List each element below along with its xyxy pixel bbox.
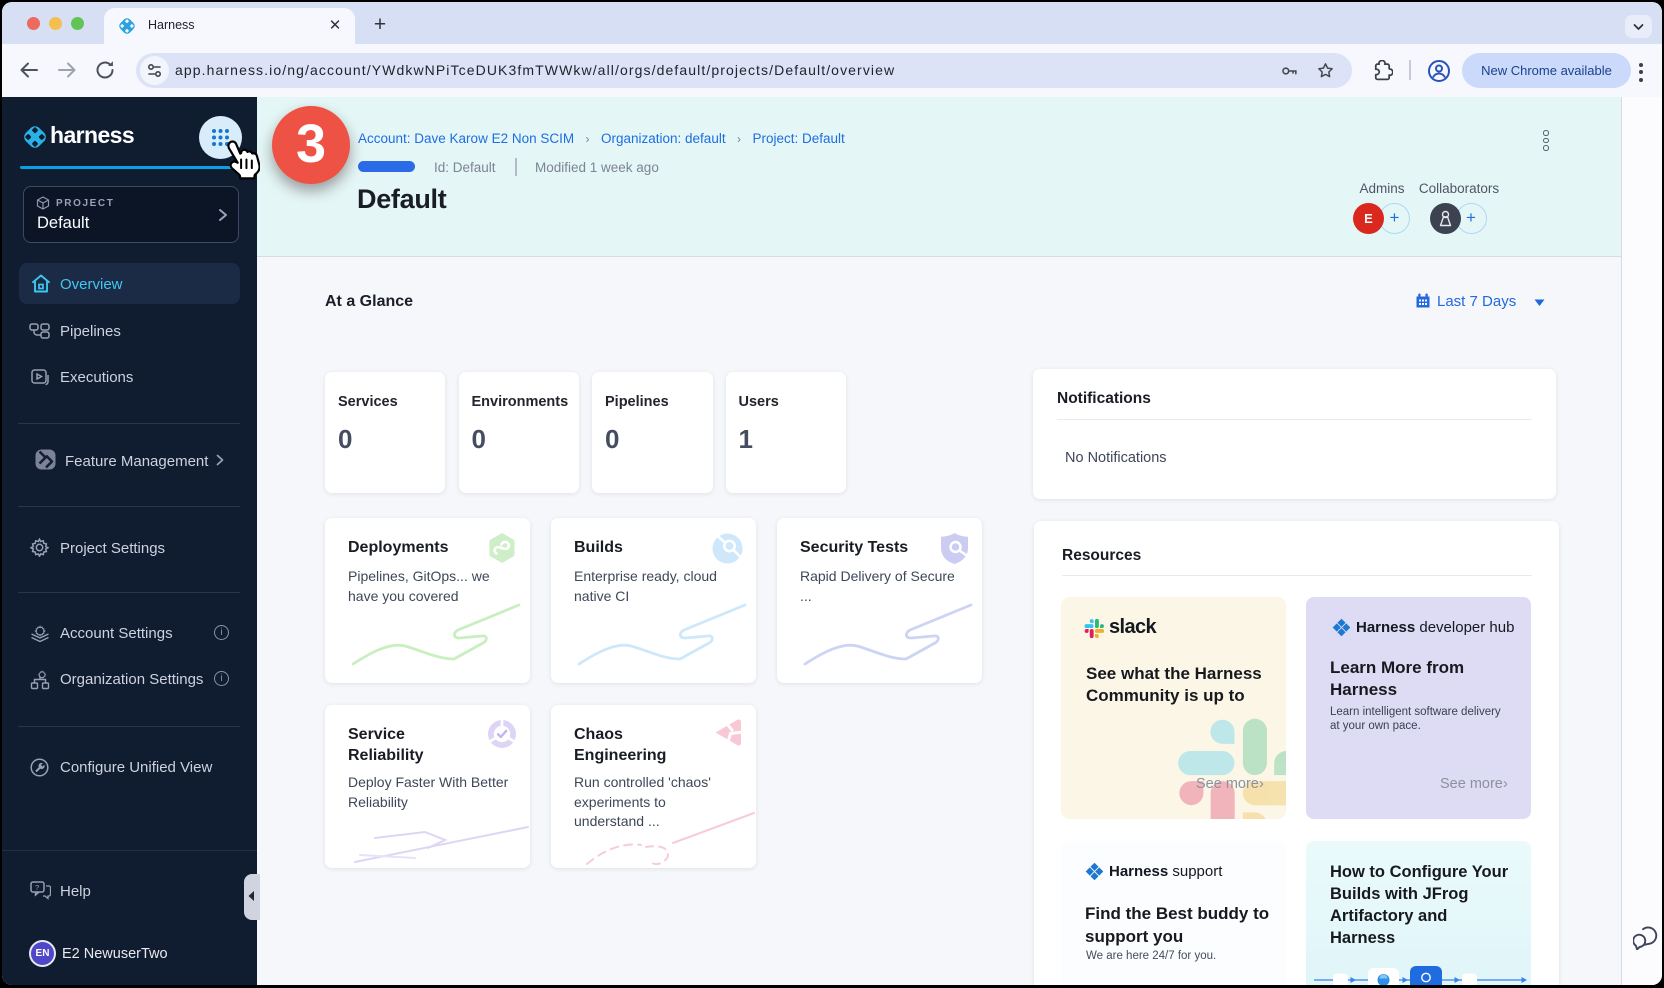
svg-text:?: ? [35,883,39,892]
